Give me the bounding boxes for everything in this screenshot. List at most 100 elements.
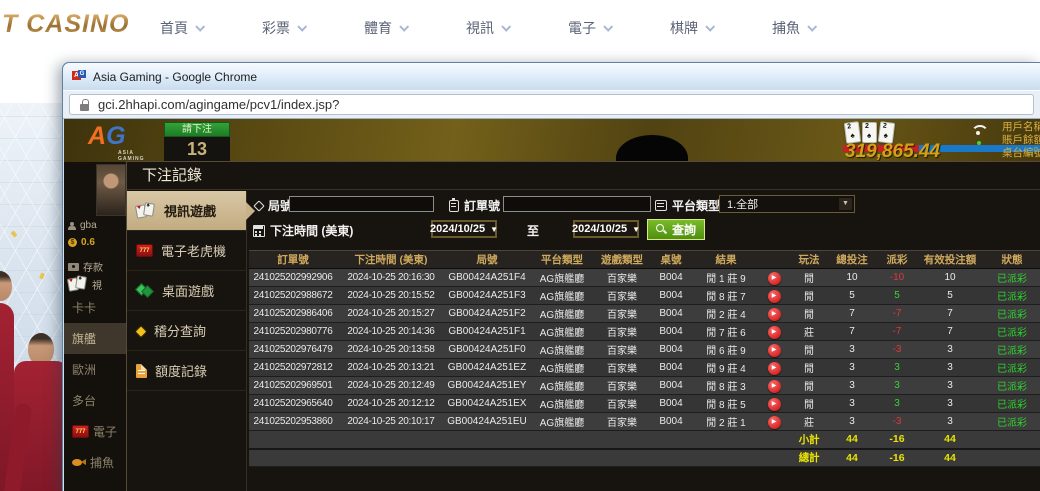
account-info-column: 用戶名稱賬戶餘額桌台編號 bbox=[1002, 121, 1040, 160]
card-rank: 2 bbox=[865, 123, 869, 130]
date-to-picker[interactable]: 2024/10/25 bbox=[573, 220, 639, 238]
video-category-label: 視 bbox=[92, 277, 102, 292]
deposit-row: 存款 bbox=[68, 259, 103, 274]
order-number-input[interactable] bbox=[503, 196, 651, 212]
sidebar-item[interactable]: 桌面遊戲 bbox=[127, 271, 246, 311]
panel-title: 下注記錄 bbox=[127, 162, 1040, 190]
platform-type-label: 平台類型 bbox=[655, 197, 720, 214]
nav-item-label: 首頁 bbox=[160, 18, 188, 38]
username: gba bbox=[80, 220, 97, 231]
coin-icon bbox=[68, 238, 77, 247]
order-number-label: 訂單號 bbox=[449, 197, 500, 214]
caret-down-icon bbox=[490, 225, 498, 234]
play-video-button[interactable] bbox=[768, 416, 781, 429]
account-info-label: 賬戶餘額 bbox=[1002, 134, 1040, 147]
play-video-button[interactable] bbox=[768, 308, 781, 321]
play-video-button[interactable] bbox=[768, 344, 781, 357]
nav-item[interactable]: 視訊 bbox=[466, 18, 509, 38]
chevron-down-icon bbox=[603, 22, 613, 32]
nav-item-label: 電子 bbox=[568, 18, 596, 38]
play-video-button[interactable] bbox=[768, 326, 781, 339]
chevron-down-icon bbox=[195, 22, 205, 32]
diamond-icon bbox=[136, 324, 146, 338]
play-video-button[interactable] bbox=[768, 362, 781, 375]
sidebar-item-label: 桌面遊戲 bbox=[162, 281, 214, 300]
table-header-cell: 結果 bbox=[693, 251, 759, 269]
play-video-button[interactable] bbox=[768, 272, 781, 285]
lobby-menu-item: 旗艦 bbox=[64, 323, 126, 354]
sidebar-item[interactable]: 稽分查詢 bbox=[127, 311, 246, 351]
platform-type-select[interactable]: 1.全部 bbox=[719, 195, 855, 213]
card-rank: 2 bbox=[882, 123, 887, 130]
address-bar[interactable]: gci.2hhapi.com/agingame/pcv1/index.jsp? bbox=[69, 94, 1034, 115]
table-header-cell bbox=[759, 251, 789, 269]
play-video-button[interactable] bbox=[768, 380, 781, 393]
calendar-icon bbox=[253, 225, 265, 237]
lobby-menu-label: 多台 bbox=[72, 392, 96, 409]
chevron-down-icon bbox=[399, 22, 409, 32]
cards-icon bbox=[68, 276, 88, 292]
site-top-bar: T CASINO 首頁彩票體育視訊電子棋牌捕魚 bbox=[0, 0, 1040, 55]
sidebar-item[interactable]: 電子老虎機 bbox=[127, 231, 246, 271]
nav-item[interactable]: 電子 bbox=[568, 18, 611, 38]
lobby-menu-item: 卡卡 bbox=[64, 292, 126, 323]
browser-urlbar: gci.2hhapi.com/agingame/pcv1/index.jsp? bbox=[63, 90, 1040, 119]
nav-item[interactable]: 棋牌 bbox=[670, 18, 713, 38]
credit-row: 0.6 bbox=[68, 237, 95, 248]
caret-down-icon bbox=[632, 225, 640, 234]
sidebar-item-label: 稽分查詢 bbox=[154, 321, 206, 340]
credit-value: 0.6 bbox=[81, 237, 95, 248]
nav-item[interactable]: 捕魚 bbox=[772, 18, 815, 38]
date-from-picker[interactable]: 2024/10/25 bbox=[431, 220, 497, 238]
table-row: 2410252029656402024-10-25 20:12:12GB0042… bbox=[249, 395, 1040, 413]
table-header-cell: 狀態 bbox=[981, 251, 1040, 269]
deposit-label: 存款 bbox=[83, 259, 103, 274]
list-icon bbox=[655, 200, 667, 211]
nav-item[interactable]: 彩票 bbox=[262, 18, 305, 38]
table-row: 2410252029538602024-10-25 20:10:17GB0042… bbox=[249, 413, 1040, 431]
chevron-down-icon bbox=[807, 22, 817, 32]
playing-card: 2 bbox=[862, 122, 877, 143]
cards-icon bbox=[136, 203, 156, 219]
table-header-cell: 遊戲類型 bbox=[595, 251, 649, 269]
lobby-menu-item: 多台 bbox=[64, 385, 126, 416]
lobby-menu-label: 捕魚 bbox=[90, 454, 114, 471]
nav-item[interactable]: 體育 bbox=[364, 18, 407, 38]
sidebar-item[interactable]: 視訊遊戲 bbox=[127, 191, 246, 231]
lobby-menu: 卡卡旗艦歐洲多台電子捕魚 bbox=[64, 292, 126, 478]
person-icon bbox=[68, 222, 76, 230]
play-video-button[interactable] bbox=[768, 398, 781, 411]
sidebar-item-label: 額度記錄 bbox=[155, 361, 207, 380]
table-row: 2410252029695012024-10-25 20:12:49GB0042… bbox=[249, 377, 1040, 395]
subtotal-label: 小計 bbox=[789, 431, 829, 449]
lobby-menu-label: 電子 bbox=[93, 423, 117, 440]
account-info-label: 桌台編號 bbox=[1002, 147, 1040, 160]
browser-titlebar[interactable]: AG Asia Gaming - Google Chrome bbox=[63, 63, 1040, 90]
table-row: 2410252029864062024-10-25 20:15:27GB0042… bbox=[249, 305, 1040, 323]
table-header-cell: 平台類型 bbox=[529, 251, 595, 269]
ag-logo: AG ASIA GAMING bbox=[88, 122, 162, 159]
video-category-row: 視 bbox=[68, 276, 102, 292]
nav-item-label: 體育 bbox=[364, 18, 392, 38]
sidebar-item-label: 電子老虎機 bbox=[161, 241, 226, 260]
date-to-label: 至 bbox=[527, 222, 539, 239]
table-row: 2410252029728122024-10-25 20:13:21GB0042… bbox=[249, 359, 1040, 377]
round-number-label: 局號 bbox=[255, 197, 292, 214]
lobby-menu-item: 捕魚 bbox=[64, 447, 126, 478]
nav-item-label: 棋牌 bbox=[670, 18, 698, 38]
round-number-input[interactable] bbox=[289, 196, 434, 212]
lobby-menu-label: 歐洲 bbox=[72, 361, 96, 378]
wifi-icon bbox=[970, 125, 988, 137]
table-header-cell: 局號 bbox=[445, 251, 529, 269]
dealer-avatar bbox=[96, 164, 126, 216]
window-title: Asia Gaming - Google Chrome bbox=[93, 70, 257, 84]
lobby-left-column: gba 0.6 存款 視 卡卡旗艦歐洲多台電子捕魚 bbox=[64, 162, 126, 491]
sidebar-item[interactable]: 額度記錄 bbox=[127, 351, 246, 391]
search-button[interactable]: 查詢 bbox=[647, 219, 705, 240]
table-header-cell: 派彩 bbox=[875, 251, 919, 269]
clipboard-icon bbox=[449, 200, 459, 212]
play-video-button[interactable] bbox=[768, 290, 781, 303]
table-header-cell: 訂單號 bbox=[249, 251, 337, 269]
nav-item[interactable]: 首頁 bbox=[160, 18, 203, 38]
username-row: gba bbox=[68, 220, 97, 231]
